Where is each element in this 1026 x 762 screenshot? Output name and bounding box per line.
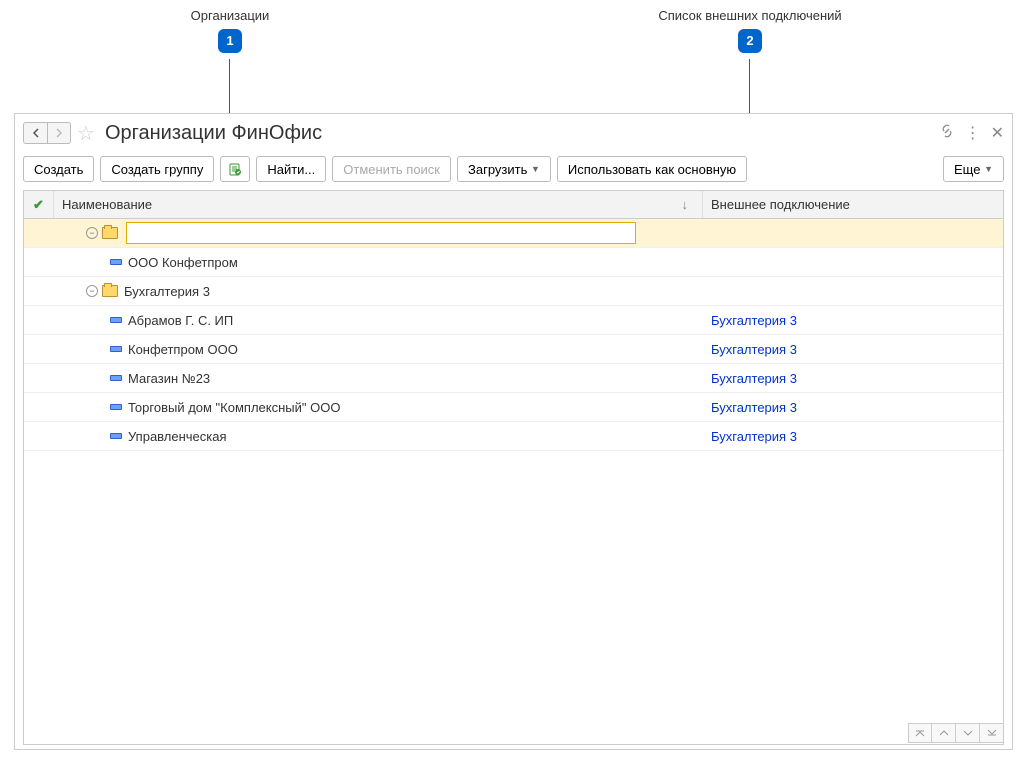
- nav-back-button[interactable]: [23, 122, 47, 144]
- table-header: ✔ Наименование ↓ Внешнее подключение: [24, 191, 1003, 219]
- scroll-up-button[interactable]: [932, 723, 956, 743]
- item-icon: [110, 317, 122, 323]
- table-body: −ООО Конфетпром−Бухгалтерия 3Абрамов Г. …: [24, 219, 1003, 451]
- nav-forward-button[interactable]: [47, 122, 71, 144]
- window-title: Организации ФинОфис: [105, 122, 322, 145]
- table-row[interactable]: Магазин №23 Бухгалтерия 3: [24, 364, 1003, 393]
- main-window: ☆ Организации ФинОфис ⋮ ✕ Создать Создат…: [14, 113, 1013, 750]
- titlebar: ☆ Организации ФинОфис ⋮ ✕: [15, 114, 1012, 152]
- folder-icon: [102, 227, 118, 239]
- find-button[interactable]: Найти...: [256, 156, 326, 182]
- table-row[interactable]: Торговый дом "Комплексный" ООО Бухгалтери…: [24, 393, 1003, 422]
- item-icon: [110, 375, 122, 381]
- table-row[interactable]: −: [24, 219, 1003, 248]
- annotation-connections: Список внешних подключений 2: [610, 8, 890, 53]
- expand-toggle-icon[interactable]: −: [86, 227, 98, 239]
- scroll-top-button[interactable]: [908, 723, 932, 743]
- col-check[interactable]: ✔: [24, 191, 54, 218]
- close-icon[interactable]: ✕: [991, 123, 1004, 143]
- load-button[interactable]: Загрузить ▼: [457, 156, 551, 182]
- table-row[interactable]: ООО Конфетпром: [24, 248, 1003, 277]
- sort-indicator-icon: ↓: [682, 197, 689, 212]
- col-connection[interactable]: Внешнее подключение: [703, 191, 1003, 218]
- favorite-star-icon[interactable]: ☆: [77, 121, 95, 146]
- menu-dots-icon[interactable]: ⋮: [965, 123, 981, 143]
- row-name: ООО Конфетпром: [128, 255, 238, 270]
- connection-link[interactable]: Бухгалтерия 3: [711, 342, 797, 357]
- table-row[interactable]: Абрамов Г. С. ИП Бухгалтерия 3: [24, 306, 1003, 335]
- group-name-input[interactable]: [126, 222, 636, 244]
- connection-link[interactable]: Бухгалтерия 3: [711, 313, 797, 328]
- connection-link[interactable]: Бухгалтерия 3: [711, 429, 797, 444]
- item-icon: [110, 404, 122, 410]
- col-name[interactable]: Наименование ↓: [54, 191, 703, 218]
- scroll-down-button[interactable]: [956, 723, 980, 743]
- row-name: Бухгалтерия 3: [124, 284, 210, 299]
- folder-icon: [102, 285, 118, 297]
- create-button[interactable]: Создать: [23, 156, 94, 182]
- item-icon: [110, 346, 122, 352]
- connection-link[interactable]: Бухгалтерия 3: [711, 371, 797, 386]
- row-name: Торговый дом "Комплексный" ООО: [128, 400, 340, 415]
- table-row[interactable]: Управленческая Бухгалтерия 3: [24, 422, 1003, 451]
- toolbar: Создать Создать группу Найти... Отменить…: [15, 152, 1012, 190]
- table-row[interactable]: Конфетпром ООО Бухгалтерия 3: [24, 335, 1003, 364]
- refresh-button[interactable]: [220, 156, 250, 182]
- scroll-bottom-button[interactable]: [980, 723, 1004, 743]
- cancel-search-button[interactable]: Отменить поиск: [332, 156, 451, 182]
- annotation-organizations: Организации 1: [140, 8, 320, 53]
- table: ✔ Наименование ↓ Внешнее подключение − ОО…: [23, 190, 1004, 745]
- connection-link[interactable]: Бухгалтерия 3: [711, 400, 797, 415]
- use-as-main-button[interactable]: Использовать как основную: [557, 156, 747, 182]
- expand-toggle-icon[interactable]: −: [86, 285, 98, 297]
- row-name: Магазин №23: [128, 371, 210, 386]
- item-icon: [110, 433, 122, 439]
- more-button[interactable]: Еще ▼: [943, 156, 1004, 182]
- create-group-button[interactable]: Создать группу: [100, 156, 214, 182]
- footer-nav: [908, 723, 1004, 743]
- row-name: Абрамов Г. С. ИП: [128, 313, 233, 328]
- item-icon: [110, 259, 122, 265]
- row-name: Конфетпром ООО: [128, 342, 238, 357]
- table-row[interactable]: − Бухгалтерия 3: [24, 277, 1003, 306]
- row-name: Управленческая: [128, 429, 227, 444]
- link-icon[interactable]: [939, 123, 955, 144]
